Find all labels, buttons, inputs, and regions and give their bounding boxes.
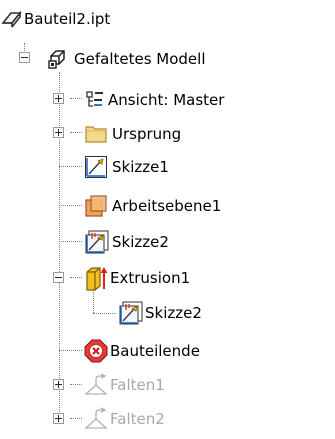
expand-toggle[interactable] xyxy=(53,379,64,390)
tree-node-extrusion-sketch2[interactable]: Skizze2 xyxy=(0,299,260,327)
model-browser-tree: Bauteil2.ipt Gefaltetes Modell Ansicht: … xyxy=(0,0,335,439)
tree-node-label: Falten1 xyxy=(110,376,165,394)
fold-icon xyxy=(84,407,108,429)
tree-node-work-plane1[interactable]: Arbeitsebene1 xyxy=(0,192,300,220)
tree-node-fold2[interactable]: Falten2 xyxy=(0,405,260,433)
tree-node-extrusion1[interactable]: Extrusion1 xyxy=(0,264,260,292)
part-file-icon xyxy=(1,10,22,28)
tree-node-origin[interactable]: Ursprung xyxy=(0,119,260,147)
tree-node-label: Ansicht: Master xyxy=(108,91,225,109)
tree-node-fold1[interactable]: Falten1 xyxy=(0,371,260,399)
tree-node-label: Falten2 xyxy=(110,410,165,428)
work-plane-icon xyxy=(85,195,107,217)
sketch-icon xyxy=(85,156,107,178)
extrusion-icon xyxy=(86,267,108,291)
tree-node-label: Skizze2 xyxy=(145,304,202,322)
folded-model-icon xyxy=(48,50,65,69)
tree-node-label: Bauteil2.ipt xyxy=(24,10,111,28)
tree-node-label: Skizze1 xyxy=(112,158,169,176)
tree-node-label: Skizze2 xyxy=(112,233,169,251)
tree-node-label: Ursprung xyxy=(112,125,182,143)
tree-node-view-master[interactable]: Ansicht: Master xyxy=(0,85,300,113)
view-representation-icon xyxy=(86,91,103,107)
collapse-toggle[interactable] xyxy=(19,52,30,63)
tree-node-end-of-part[interactable]: Bauteilende xyxy=(0,337,260,365)
tree-node-folded-model[interactable]: Gefaltetes Modell xyxy=(0,45,260,73)
tree-node-sketch2[interactable]: Skizze2 xyxy=(0,228,260,256)
expand-toggle[interactable] xyxy=(53,127,64,138)
collapse-toggle[interactable] xyxy=(53,272,64,283)
folder-icon xyxy=(85,126,107,143)
tree-node-root[interactable]: Bauteil2.ipt xyxy=(0,6,200,34)
tree-node-label: Extrusion1 xyxy=(110,269,191,287)
tree-node-sketch1[interactable]: Skizze1 xyxy=(0,153,260,181)
expand-toggle[interactable] xyxy=(53,413,64,424)
fold-icon xyxy=(84,373,108,395)
tree-node-label: Gefaltetes Modell xyxy=(74,50,206,68)
expand-toggle[interactable] xyxy=(53,93,64,104)
end-of-part-icon xyxy=(84,339,108,363)
shared-sketch-icon xyxy=(85,230,109,254)
tree-node-label: Bauteilende xyxy=(110,342,200,360)
consumed-sketch-icon xyxy=(119,301,143,325)
tree-node-label: Arbeitsebene1 xyxy=(112,197,222,215)
